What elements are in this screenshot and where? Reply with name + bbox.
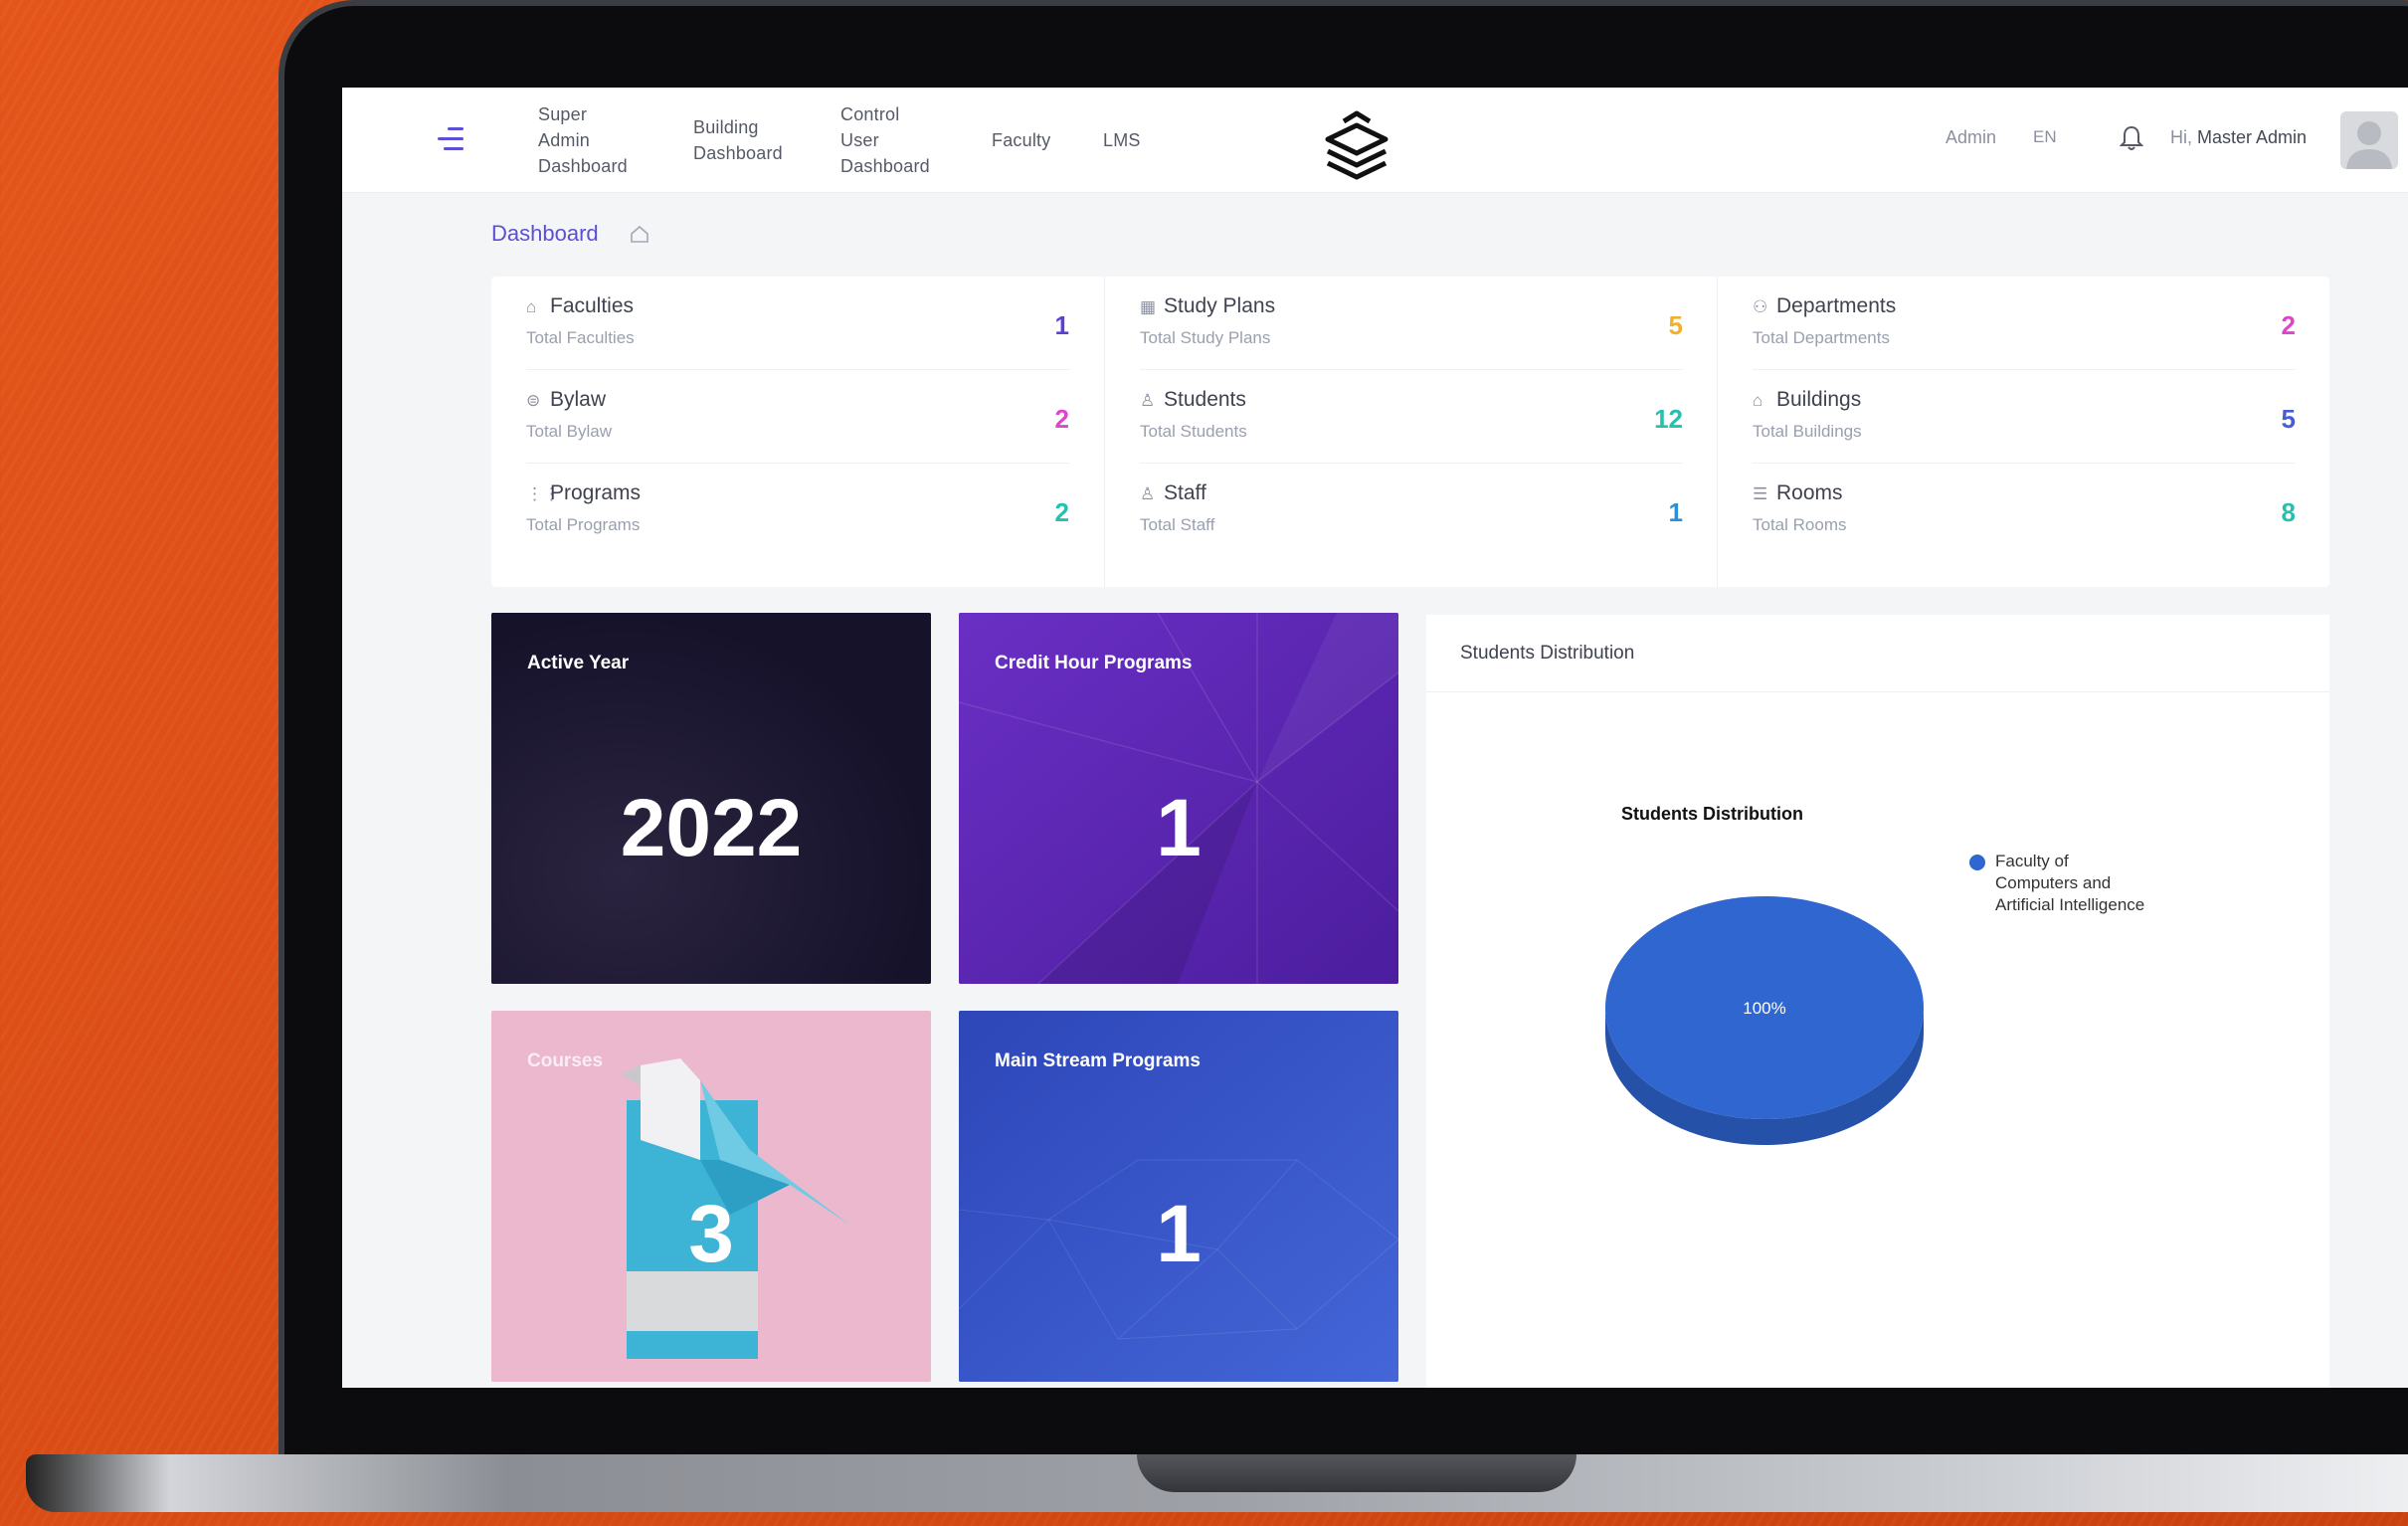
stats-column: ⌂ Faculties Total Faculties 1 ⊜ Bylaw Tota… bbox=[491, 277, 1104, 587]
stat-title: Study Plans bbox=[1164, 294, 1276, 317]
stat-subtitle: Total Study Plans bbox=[1140, 328, 1271, 347]
card-header: Students Distribution bbox=[1426, 615, 2329, 692]
stat-subtitle: Total Programs bbox=[526, 515, 641, 534]
nav-label-line: User bbox=[840, 130, 879, 150]
nav-label-line: Dashboard bbox=[840, 156, 930, 176]
stat-value: 2 bbox=[1054, 497, 1069, 527]
nav-lms[interactable]: LMS bbox=[1103, 127, 1141, 153]
language-selector[interactable]: EN bbox=[2033, 127, 2057, 147]
stat-title: Buildings bbox=[1776, 388, 1862, 411]
stat-title: Faculties bbox=[550, 294, 635, 317]
nav-label-line: Building bbox=[693, 117, 759, 137]
app-screen: Super Admin Dashboard Building Dashboard… bbox=[342, 88, 2408, 1388]
nav-label-line: LMS bbox=[1103, 130, 1141, 150]
menu-toggle-icon[interactable] bbox=[438, 127, 463, 151]
nav-faculty[interactable]: Faculty bbox=[992, 127, 1050, 153]
stat-title: Programs bbox=[550, 481, 642, 504]
user-name: Master Admin bbox=[2197, 127, 2308, 147]
card-title: Students Distribution bbox=[1460, 643, 1635, 664]
stat-faculties[interactable]: ⌂ Faculties Total Faculties 1 bbox=[526, 277, 1069, 370]
departments-icon: ⚇ bbox=[1753, 297, 1768, 316]
nav-super-admin-dashboard[interactable]: Super Admin Dashboard bbox=[538, 101, 628, 179]
user-avatar-icon bbox=[2346, 121, 2392, 169]
stat-bylaw[interactable]: ⊜ Bylaw Total Bylaw 2 bbox=[526, 370, 1069, 464]
stat-subtitle: Total Faculties bbox=[526, 328, 635, 347]
stat-departments[interactable]: ⚇ Departments Total Departments 2 bbox=[1753, 277, 2296, 370]
buildings-icon: ⌂ bbox=[1753, 391, 1763, 410]
stats-column: ⚇ Departments Total Departments 2 ⌂ Buildi… bbox=[1717, 277, 2329, 587]
tile-label: Active Year bbox=[527, 653, 630, 673]
top-header: Super Admin Dashboard Building Dashboard… bbox=[342, 88, 2408, 193]
chart-title: Students Distribution bbox=[1621, 804, 1803, 824]
rooms-icon: ☰ bbox=[1753, 484, 1768, 503]
programs-icon: ⋮⋮ bbox=[526, 484, 560, 503]
stat-value: 2 bbox=[2281, 310, 2296, 340]
legend-label: Faculty of Computers and Artificial Inte… bbox=[1995, 852, 2145, 914]
stat-subtitle: Total Buildings bbox=[1753, 422, 1862, 441]
app-logo[interactable] bbox=[1322, 109, 1391, 185]
tile-value: 3 bbox=[688, 1189, 734, 1279]
stat-staff[interactable]: ♙ Staff Total Staff 1 bbox=[1140, 464, 1683, 557]
user-greeting[interactable]: Hi, Master Admin bbox=[2170, 127, 2307, 148]
stat-students[interactable]: ♙ Students Total Students 12 bbox=[1140, 370, 1683, 464]
tile-value: 1 bbox=[1156, 783, 1202, 873]
pie-slice-label: 100% bbox=[1743, 999, 1785, 1018]
tile-label: Main Stream Programs bbox=[995, 1050, 1201, 1071]
faculty-icon: ⌂ bbox=[526, 297, 537, 316]
stat-programs[interactable]: ⋮⋮Programs Total Programs 2 bbox=[526, 464, 1069, 557]
stat-value: 8 bbox=[2281, 497, 2296, 527]
stat-title: Bylaw bbox=[550, 388, 607, 411]
stat-subtitle: Total Rooms bbox=[1753, 515, 1847, 534]
students-distribution-card: Students Distribution Students Distribut… bbox=[1426, 615, 2329, 1388]
tile-value: 2022 bbox=[620, 783, 803, 873]
stats-panel: ⌂ Faculties Total Faculties 1 ⊜ Bylaw Tota… bbox=[491, 277, 2329, 587]
tile-label: Credit Hour Programs bbox=[995, 653, 1193, 673]
tile-value: 1 bbox=[1156, 1189, 1202, 1279]
home-icon[interactable] bbox=[629, 223, 650, 245]
stat-value: 12 bbox=[1654, 404, 1683, 434]
bylaw-icon: ⊜ bbox=[526, 391, 541, 410]
legend-swatch bbox=[1969, 855, 1985, 870]
nav-label-line: Dashboard bbox=[693, 143, 783, 163]
stats-column: ▦ Study Plans Total Study Plans 5 ♙ Studen… bbox=[1104, 277, 1717, 587]
stat-subtitle: Total Staff bbox=[1140, 515, 1215, 534]
stat-title: Staff bbox=[1164, 481, 1206, 504]
stat-title: Departments bbox=[1776, 294, 1897, 317]
nav-label-line: Faculty bbox=[992, 130, 1051, 150]
tile-label: Courses bbox=[527, 1050, 604, 1071]
nav-label-line: Control bbox=[840, 104, 900, 124]
tile-active-year[interactable]: Active Year 2022 bbox=[491, 613, 931, 984]
nav-building-dashboard[interactable]: Building Dashboard bbox=[693, 114, 783, 166]
tile-main-stream-programs[interactable]: Main Stream Programs 1 bbox=[959, 1011, 1398, 1382]
tile-courses[interactable]: Courses 3 bbox=[491, 1011, 931, 1382]
nav-label-line: Super bbox=[538, 104, 588, 124]
stat-subtitle: Total Bylaw bbox=[526, 422, 612, 441]
avatar[interactable] bbox=[2340, 111, 2398, 169]
tile-credit-hour-programs[interactable]: Credit Hour Programs 1 bbox=[959, 613, 1398, 984]
stat-value: 5 bbox=[2281, 404, 2296, 434]
bell-icon[interactable] bbox=[2120, 124, 2143, 152]
nav-label-line: Admin bbox=[538, 130, 591, 150]
stat-rooms[interactable]: ☰ Rooms Total Rooms 8 bbox=[1753, 464, 2296, 557]
stat-study-plans[interactable]: ▦ Study Plans Total Study Plans 5 bbox=[1140, 277, 1683, 370]
stat-subtitle: Total Departments bbox=[1753, 328, 1890, 347]
staff-icon: ♙ bbox=[1140, 484, 1156, 503]
stat-title: Students bbox=[1164, 388, 1246, 411]
stat-buildings[interactable]: ⌂ Buildings Total Buildings 5 bbox=[1753, 370, 2296, 464]
pie-chart: 100% bbox=[1605, 896, 1924, 1145]
nav-label-line: Dashboard bbox=[538, 156, 628, 176]
stat-value: 2 bbox=[1054, 404, 1069, 434]
stat-value: 1 bbox=[1054, 310, 1069, 340]
stat-title: Rooms bbox=[1776, 481, 1843, 504]
greeting-prefix: Hi, bbox=[2170, 127, 2192, 147]
stat-value: 1 bbox=[1668, 497, 1683, 527]
admin-link[interactable]: Admin bbox=[1945, 127, 1996, 148]
laptop-notch bbox=[1137, 1454, 1576, 1492]
study-plans-icon: ▦ bbox=[1140, 297, 1157, 316]
stat-value: 5 bbox=[1668, 310, 1683, 340]
stat-subtitle: Total Students bbox=[1140, 422, 1247, 441]
breadcrumb[interactable]: Dashboard bbox=[491, 221, 599, 247]
students-icon: ♙ bbox=[1140, 391, 1156, 410]
nav-control-user-dashboard[interactable]: Control User Dashboard bbox=[840, 101, 930, 179]
